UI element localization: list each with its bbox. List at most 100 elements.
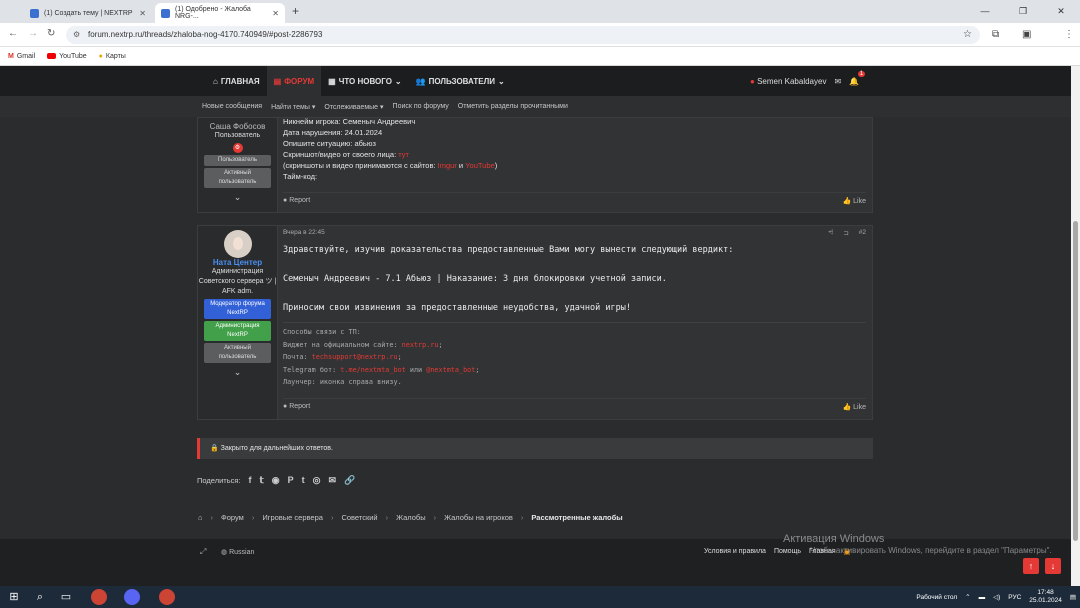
user-banner: Администрация NextRP — [204, 321, 271, 341]
post-number[interactable]: #2 — [859, 229, 866, 237]
breadcrumb-item[interactable]: Форум — [221, 513, 244, 522]
menu-dots-icon[interactable]: ⋮ — [1064, 29, 1074, 40]
share-bar: Поделиться: f 𝕥 ◉ P t ◎ ✉ 🔗 — [197, 472, 355, 488]
footer-link-terms[interactable]: Условия и правила — [704, 548, 766, 556]
nav-forum[interactable]: ▤ ФОРУМ — [266, 66, 322, 96]
home-icon[interactable]: ⌂ — [198, 513, 203, 522]
report-button[interactable]: ● Report — [283, 197, 310, 204]
discord-icon[interactable] — [124, 589, 140, 605]
contacts-block: Способы связи с ТП: Виджет на официально… — [283, 322, 866, 389]
language-indicator[interactable]: РУС — [1008, 594, 1021, 601]
share-icon[interactable]: ⩤ — [828, 229, 833, 237]
imgur-link[interactable]: Imgur — [438, 161, 457, 170]
youtube-link[interactable]: YouTube — [465, 161, 494, 170]
author-name[interactable]: Ната Центер — [198, 258, 277, 267]
bookmarks-bar: M Gmail YouTube ● Карты — [0, 47, 1080, 66]
scrollbar-thumb[interactable] — [1073, 221, 1078, 541]
bookmark-youtube[interactable]: YouTube — [47, 53, 87, 60]
site-favicon-icon — [30, 8, 39, 18]
chrome-icon[interactable] — [91, 589, 107, 605]
forum-post: Ната Центер Администрация Советского сер… — [197, 225, 873, 420]
nav-users[interactable]: 👥 ПОЛЬЗОВАТЕЛИ ⌄ — [409, 66, 512, 96]
breadcrumb-item[interactable]: Жалобы — [396, 513, 426, 522]
subnav-find-threads[interactable]: Найти темы ▾ — [271, 103, 315, 111]
minimize-button[interactable]: — — [966, 0, 1004, 23]
avatar[interactable] — [223, 230, 252, 258]
tab-title: (1) Создать тему | NEXTRP — [44, 9, 133, 17]
chevron-down-icon[interactable]: ⌄ — [198, 367, 277, 378]
report-button[interactable]: ● Report — [283, 403, 310, 410]
volume-icon[interactable]: ◁) — [993, 593, 1000, 601]
scroll-down-button[interactable]: ↓ — [1045, 558, 1061, 574]
twitter-icon[interactable]: 𝕥 — [260, 475, 264, 486]
pinterest-icon[interactable]: P — [288, 475, 294, 485]
maps-icon: ● — [98, 52, 103, 60]
browser-tab[interactable]: (1) Создать тему | NEXTRP ✕ — [24, 3, 152, 23]
user-menu[interactable]: ● Semen Kabaldayev — [750, 77, 826, 86]
search-icon[interactable]: ⌕ — [32, 589, 48, 605]
site-settings-icon[interactable]: ⚙ — [73, 26, 80, 44]
desktop-label[interactable]: Рабочий стол — [916, 594, 957, 601]
globe-icon: ◍ — [221, 549, 228, 556]
whatsapp-icon[interactable]: ◎ — [313, 475, 321, 486]
reload-icon[interactable]: ↻ — [47, 28, 55, 39]
bookmark-star-icon[interactable]: ☆ — [963, 26, 972, 44]
facebook-icon[interactable]: f — [249, 475, 252, 485]
subnav-new-posts[interactable]: Новые сообщения — [202, 103, 262, 110]
scroll-up-button[interactable]: ↑ — [1023, 558, 1039, 574]
breadcrumb-separator-icon: › — [330, 513, 334, 522]
reddit-icon[interactable]: ◉ — [272, 475, 280, 486]
back-icon[interactable]: ← — [8, 28, 18, 39]
forward-icon[interactable]: → — [28, 28, 38, 39]
language-chooser[interactable]: ◍ Russian — [221, 548, 254, 556]
task-view-icon[interactable]: ▭ — [58, 589, 74, 605]
chevron-up-icon[interactable]: ⌃ — [965, 593, 970, 601]
new-tab-button[interactable]: + — [292, 4, 299, 18]
nav-home[interactable]: ⌂ ГЛАВНАЯ — [206, 66, 267, 96]
subnav-watched[interactable]: Отслеживаемые ▾ — [324, 103, 383, 111]
link-icon[interactable]: 🔗 — [344, 475, 355, 486]
telegram-link[interactable]: t.me/nextmta_bot — [340, 366, 405, 374]
breadcrumb-item[interactable]: Жалобы на игроков — [444, 513, 513, 522]
bookmark-maps[interactable]: ● Карты — [99, 53, 126, 60]
windows-start-icon[interactable]: ⊞ — [6, 589, 22, 605]
alerts-bell-icon[interactable]: 🔔 1 — [849, 70, 866, 86]
breadcrumb-item[interactable]: Игровые сервера — [262, 513, 323, 522]
telegram-handle-link[interactable]: @nextmta_bot — [426, 366, 475, 374]
url-input[interactable]: ⚙ forum.nextrp.ru/threads/zhaloba-nog-41… — [66, 26, 980, 44]
like-button[interactable]: 👍 Like — [842, 197, 866, 205]
nav-whats-new[interactable]: ▦ ЧТО НОВОГО ⌄ — [321, 66, 408, 96]
footer-link-help[interactable]: Помощь — [774, 548, 801, 556]
network-icon[interactable]: ▬ — [979, 594, 986, 601]
chrome-icon[interactable] — [159, 589, 175, 605]
tumblr-icon[interactable]: t — [302, 475, 305, 485]
email-link[interactable]: techsupport@nextrp.ru — [312, 353, 398, 361]
post-date[interactable]: Вчера в 22:45 — [283, 229, 325, 237]
chevron-down-icon: ▾ — [380, 103, 384, 111]
close-tab-icon[interactable]: ✕ — [272, 9, 279, 18]
like-button[interactable]: 👍 Like — [842, 403, 866, 411]
clock[interactable]: 17:48 25.01.2024 — [1029, 589, 1062, 605]
side-panel-icon[interactable]: ▣ — [1022, 29, 1031, 40]
inbox-icon[interactable]: ✉ — [834, 77, 841, 86]
maximize-button[interactable]: ❐ — [1004, 0, 1042, 23]
subnav-search-forum[interactable]: Поиск по форуму — [393, 103, 449, 110]
page-scrollbar[interactable] — [1071, 66, 1080, 586]
close-window-button[interactable]: ✕ — [1042, 0, 1080, 23]
video-link[interactable]: тут — [398, 150, 409, 159]
bookmark-icon[interactable]: ⊐ — [843, 229, 848, 237]
email-icon[interactable]: ✉ — [328, 475, 336, 486]
site-link[interactable]: nextrp.ru — [402, 341, 439, 349]
close-tab-icon[interactable]: ✕ — [139, 9, 146, 18]
breadcrumb-current[interactable]: Рассмотренные жалобы — [531, 513, 622, 522]
post-line: Дата нарушения: 24.01.2024 — [283, 128, 383, 137]
browser-tab-active[interactable]: (1) Одобрено - Жалоба NRG-... ✕ — [155, 3, 285, 23]
expand-icon[interactable]: ⤢ — [200, 547, 206, 557]
breadcrumb-item[interactable]: Советский — [341, 513, 377, 522]
subnav-mark-read[interactable]: Отметить разделы прочитанными — [458, 103, 568, 110]
author-name[interactable]: Саша Фобосов — [198, 122, 277, 131]
bookmark-gmail[interactable]: M Gmail — [8, 53, 35, 60]
extensions-icon[interactable]: ⧉ — [992, 29, 999, 40]
notifications-icon[interactable]: ▤ — [1070, 593, 1076, 601]
chevron-down-icon[interactable]: ⌄ — [198, 192, 277, 203]
